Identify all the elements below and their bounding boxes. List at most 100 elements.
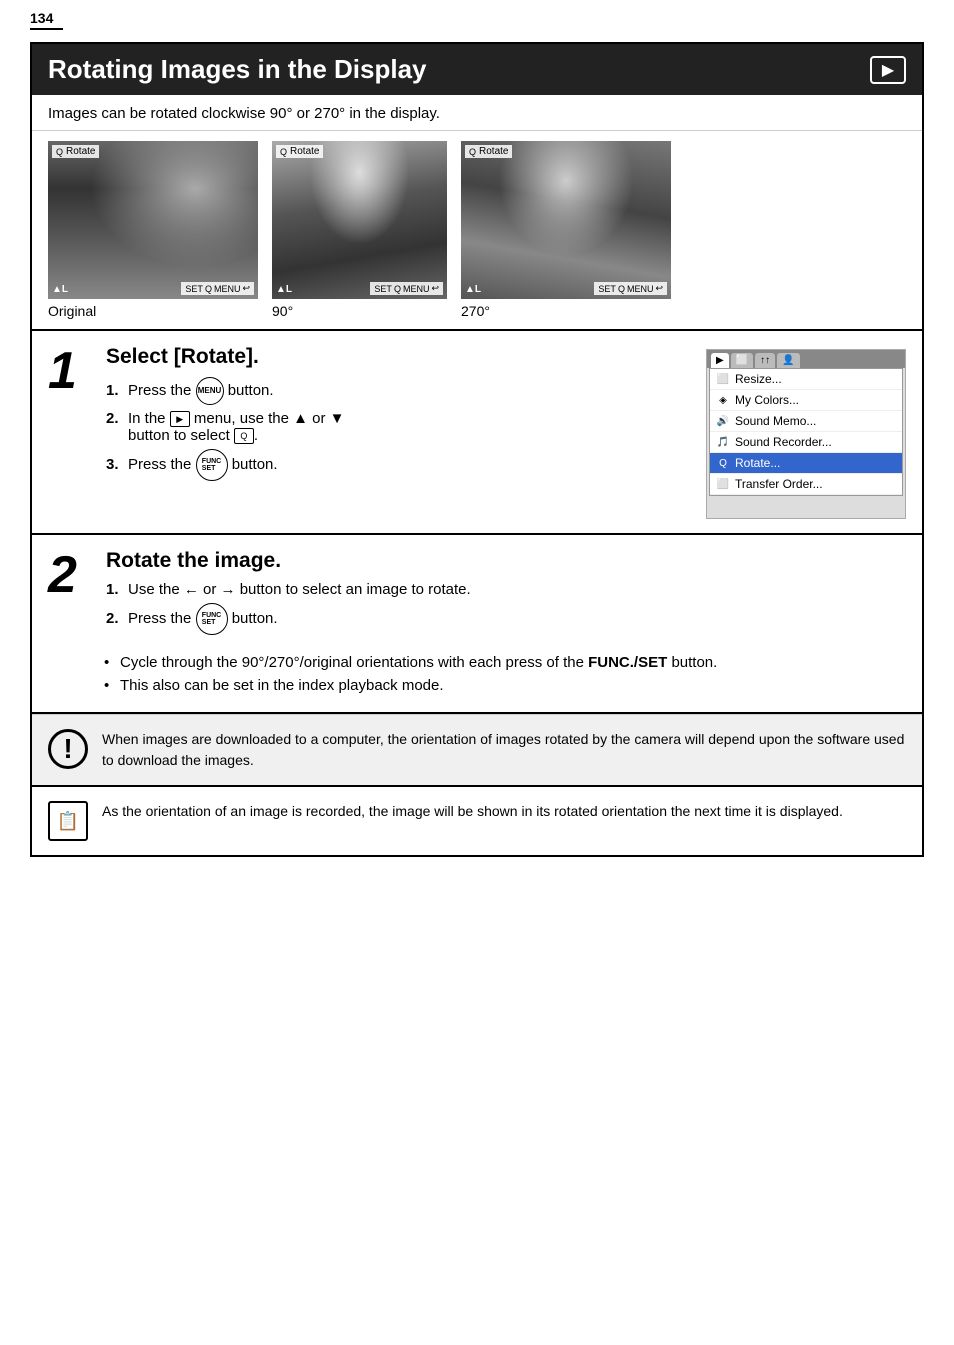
menu-item-transfer: ⬜ Transfer Order... [710, 474, 902, 495]
step1-instruction-2: 2. In the ▶ menu, use the ▲ or ▼button t… [106, 410, 690, 444]
q-label-270: Q [618, 284, 625, 294]
menu-item-soundmemo-label: Sound Memo... [735, 414, 816, 428]
menu-tab-settings: ↑↑ [755, 353, 775, 368]
soundrecorder-icon: 🎵 [716, 435, 730, 449]
back-arrow-original: ↩ [242, 283, 250, 294]
caution-icon: ! [48, 729, 88, 769]
caution-note-text: When images are downloaded to a computer… [102, 729, 906, 771]
page-title: Rotating Images in the Display [48, 54, 427, 85]
menu-item-rotate: Q Rotate... [710, 453, 902, 474]
img-original-bottom-left: ▲L [52, 284, 68, 295]
step2-list: 1. Use the ← or → button to select an im… [106, 581, 906, 635]
menu-body: ⬜ Resize... ◈ My Colors... 🔊 Sound Memo.… [709, 368, 903, 496]
rotate-select-icon: Q [234, 428, 254, 444]
step1-list: 1. Press the MENU button. 2. In the ▶ me… [106, 377, 690, 481]
img-original-bottom-bar: SET Q MENU ↩ [181, 282, 254, 295]
step2-instruction-1: 1. Use the ← or → button to select an im… [106, 581, 906, 598]
rotate-icon-270: Q [469, 147, 476, 157]
menu-item-soundrecorder-label: Sound Recorder... [735, 435, 832, 449]
images-row: Q Rotate ▲L SET Q MENU ↩ Original Q Rota… [32, 131, 922, 331]
step1-content: Select [Rotate]. 1. Press the MENU butto… [106, 345, 690, 486]
img-original-placeholder: Q Rotate ▲L SET Q MENU ↩ [48, 141, 258, 299]
step1-row: 1 Select [Rotate]. 1. Press the MENU but… [32, 331, 922, 533]
soundmemo-icon: 🔊 [716, 414, 730, 428]
menu-item-resize-label: Resize... [735, 372, 782, 386]
info-note-text: As the orientation of an image is record… [102, 801, 843, 822]
set-label-270: SET [598, 284, 616, 294]
intro-text: Images can be rotated clockwise 90° or 2… [32, 95, 922, 131]
image-270: Q Rotate ▲L SET Q MENU ↩ 270° [461, 141, 671, 319]
step1-text-3: Press the FUNCSET button. [128, 449, 278, 481]
menu-item-mycolors: ◈ My Colors... [710, 390, 902, 411]
img-90-label: 90° [272, 303, 293, 319]
mycolors-icon: ◈ [716, 393, 730, 407]
info-icon: 📋 [48, 801, 88, 841]
menu-tab-row: ▶ ⬜ ↑↑ 👤 [707, 350, 905, 368]
step1-title: Select [Rotate]. [106, 345, 690, 369]
bullet-1-text: Cycle through the 90°/270°/original orie… [120, 654, 717, 671]
step1-number: 1 [48, 345, 90, 397]
img-270-bottom-left: ▲L [465, 284, 481, 295]
step2-number: 2 [48, 549, 90, 601]
step2-title: Rotate the image. [106, 549, 906, 573]
img-90-placeholder: Q Rotate ▲L SET Q MENU ↩ [272, 141, 447, 299]
title-row: Rotating Images in the Display ▶ [32, 44, 922, 95]
step2-section: 2 Rotate the image. 1. Use the ← or → bu… [32, 535, 922, 714]
menu-item-transfer-label: Transfer Order... [735, 477, 823, 491]
step1-num-1: 1. [106, 382, 124, 399]
caution-note-box: ! When images are downloaded to a comput… [32, 714, 922, 785]
menu-item-soundmemo: 🔊 Sound Memo... [710, 411, 902, 432]
menu-tab-person: 👤 [777, 353, 799, 368]
info-note-box: 📋 As the orientation of an image is reco… [32, 785, 922, 855]
img-270-top-label: Rotate [479, 146, 508, 157]
menu-item-rotate-label: Rotate... [735, 456, 780, 470]
playback-icon: ▶ [882, 60, 894, 80]
img-90-top-bar: Q Rotate [276, 145, 323, 158]
img-90-top-label: Rotate [290, 146, 319, 157]
img-270-placeholder: Q Rotate ▲L SET Q MENU ↩ [461, 141, 671, 299]
menu-label-original: MENU [214, 284, 241, 294]
menu-item-mycolors-label: My Colors... [735, 393, 799, 407]
q-label-original: Q [205, 284, 212, 294]
img-90-bottom-bar: SET Q MENU ↩ [370, 282, 443, 295]
image-original: Q Rotate ▲L SET Q MENU ↩ Original [48, 141, 258, 319]
rotate-menu-icon: Q [716, 456, 730, 470]
set-label-original: SET [185, 284, 203, 294]
menu-label-270: MENU [627, 284, 654, 294]
func-set-button-2: FUNCSET [196, 603, 228, 635]
menu-tab-playback: ▶ [711, 353, 729, 368]
step1-menu-panel: ▶ ⬜ ↑↑ 👤 ⬜ Resize... ◈ My Colors... [706, 349, 906, 519]
step1-section: 1 Select [Rotate]. 1. Press the MENU but… [32, 331, 922, 535]
img-90-bottom-left: ▲L [276, 284, 292, 295]
step2-num-1: 1. [106, 581, 124, 598]
step2-row: 2 Rotate the image. 1. Use the ← or → bu… [32, 535, 922, 654]
step2-content: Rotate the image. 1. Use the ← or → butt… [106, 549, 906, 640]
playback-icon-box: ▶ [870, 56, 906, 84]
main-content-box: Rotating Images in the Display ▶ Images … [30, 42, 924, 857]
rotate-icon-original: Q [56, 147, 63, 157]
playback-menu-icon: ▶ [170, 411, 190, 427]
step1-text-2: In the ▶ menu, use the ▲ or ▼button to s… [128, 410, 344, 444]
img-270-label: 270° [461, 303, 490, 319]
bullet-dot-2: • [104, 677, 114, 694]
step1-text-1: Press the MENU button. [128, 377, 274, 405]
transfer-icon: ⬜ [716, 477, 730, 491]
menu-tab-doc: ⬜ [731, 353, 753, 368]
img-original-top-bar: Q Rotate [52, 145, 99, 158]
doc-icon-symbol: 📋 [57, 811, 79, 832]
step1-num-3: 3. [106, 456, 124, 473]
resize-icon: ⬜ [716, 372, 730, 386]
bullet-dot-1: • [104, 654, 114, 671]
step2-bullets: • Cycle through the 90°/270°/original or… [32, 654, 922, 712]
menu-label-90: MENU [403, 284, 430, 294]
page-number: 134 [30, 10, 63, 30]
menu-item-soundrecorder: 🎵 Sound Recorder... [710, 432, 902, 453]
rotate-icon-90: Q [280, 147, 287, 157]
q-label-90: Q [394, 284, 401, 294]
back-arrow-90: ↩ [431, 283, 439, 294]
img-original-label: Original [48, 303, 96, 319]
img-original-top-label: Rotate [66, 146, 95, 157]
img-270-bottom-bar: SET Q MENU ↩ [594, 282, 667, 295]
step1-instruction-3: 3. Press the FUNCSET button. [106, 449, 690, 481]
back-arrow-270: ↩ [655, 283, 663, 294]
